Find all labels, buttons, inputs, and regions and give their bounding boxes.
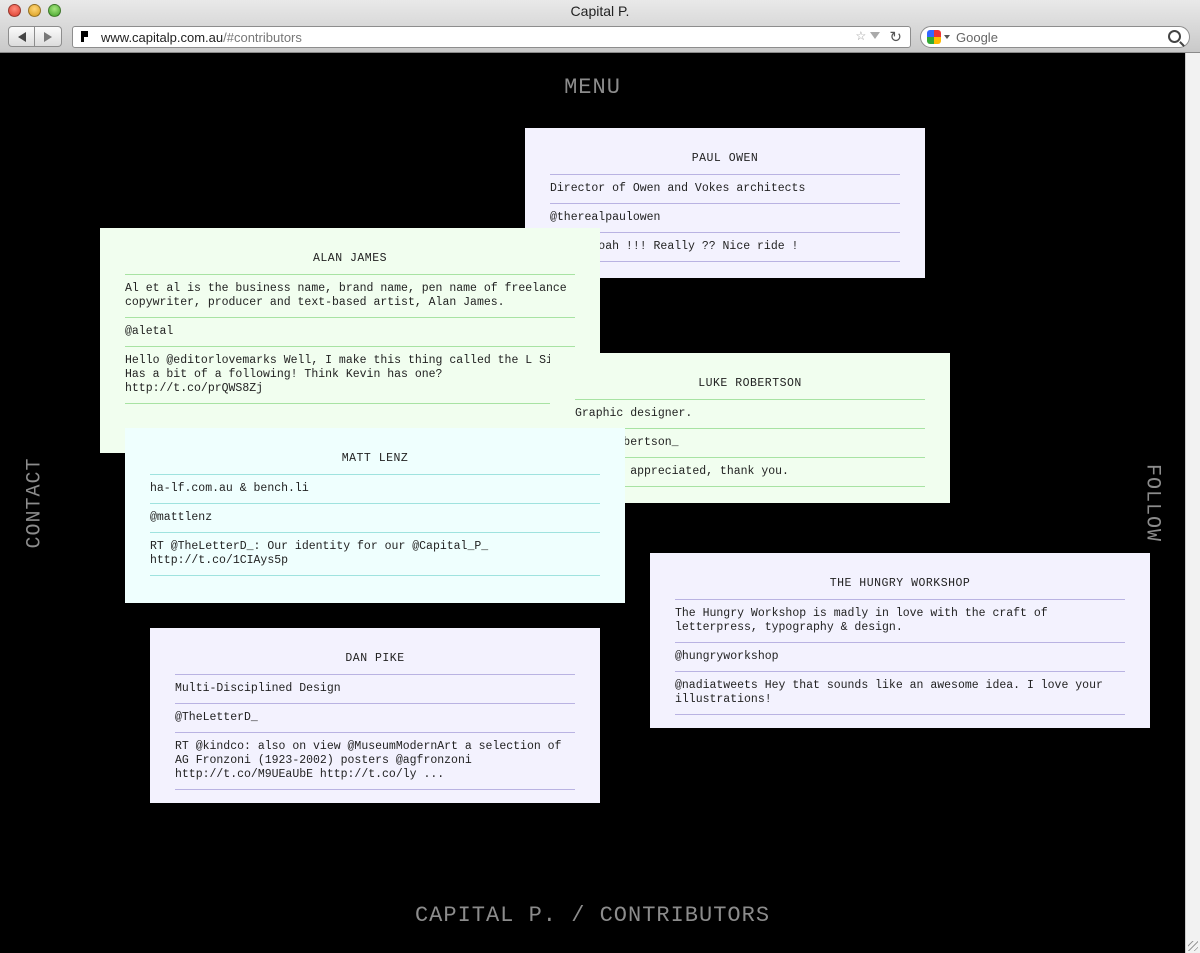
contributor-handle[interactable]: @aletal bbox=[125, 318, 575, 347]
forward-button[interactable] bbox=[35, 26, 62, 47]
contributor-card[interactable]: DAN PIKE Multi-Disciplined Design @TheLe… bbox=[150, 628, 600, 803]
contributor-tweet: @hans woah !!! Really ?? Nice ride ! bbox=[550, 233, 900, 262]
search-input[interactable]: Google bbox=[956, 30, 998, 45]
contributor-name: PAUL OWEN bbox=[550, 148, 900, 175]
browser-chrome: Capital P. www.capitalp.com.au/#contribu… bbox=[0, 0, 1200, 53]
url-host: www.capitalp.com.au bbox=[101, 30, 224, 45]
site-favicon-icon bbox=[79, 30, 91, 44]
contributor-tweet: RT @TheLetterD_: Our identity for our @C… bbox=[150, 533, 600, 576]
contributor-handle[interactable]: @lukerobertson_ bbox=[575, 429, 925, 458]
follow-link[interactable]: FOLLOW bbox=[1141, 464, 1164, 542]
contributor-bio: Multi-Disciplined Design bbox=[175, 675, 575, 704]
search-icon[interactable] bbox=[1168, 30, 1181, 43]
resize-grip-icon[interactable] bbox=[1188, 941, 1198, 951]
reload-icon[interactable]: ↻ bbox=[889, 27, 902, 47]
contributor-name: DAN PIKE bbox=[175, 648, 575, 675]
vertical-scrollbar[interactable] bbox=[1185, 53, 1200, 953]
navigation-buttons bbox=[8, 26, 62, 47]
contributor-handle[interactable]: @mattlenz bbox=[150, 504, 600, 533]
forward-arrow-icon bbox=[44, 31, 52, 42]
contributor-tweet: @nadiatweets Hey that sounds like an awe… bbox=[675, 672, 1125, 715]
contributor-handle[interactable]: @TheLetterD_ bbox=[175, 704, 575, 733]
history-dropdown-icon[interactable] bbox=[870, 32, 880, 39]
search-engine-dropdown-icon[interactable] bbox=[944, 35, 950, 39]
contributor-bio: Director of Owen and Vokes architects bbox=[550, 175, 900, 204]
contributor-tweet: RT @kindco: also on view @MuseumModernAr… bbox=[175, 733, 575, 790]
contributor-handle[interactable]: @therealpaulowen bbox=[550, 204, 900, 233]
contributor-handle[interactable]: @hungryworkshop bbox=[675, 643, 1125, 672]
contributor-card[interactable]: MATT LENZ ha-lf.com.au & bench.li @mattl… bbox=[125, 428, 625, 603]
contributor-name: THE HUNGRY WORKSHOP bbox=[675, 573, 1125, 600]
back-arrow-icon bbox=[17, 31, 26, 42]
back-button[interactable] bbox=[8, 26, 35, 47]
bookmark-star-icon[interactable]: ☆ bbox=[856, 27, 866, 47]
url-text[interactable]: www.capitalp.com.au/#contributors bbox=[101, 30, 302, 45]
search-bar[interactable]: Google bbox=[920, 26, 1190, 48]
contributor-name: MATT LENZ bbox=[150, 448, 600, 475]
google-logo-icon[interactable] bbox=[927, 30, 941, 44]
window-title: Capital P. bbox=[570, 3, 630, 19]
contributor-bio: The Hungry Workshop is madly in love wit… bbox=[675, 600, 1125, 643]
contributor-card[interactable]: THE HUNGRY WORKSHOP The Hungry Workshop … bbox=[650, 553, 1150, 728]
contributor-bio: Graphic designer. bbox=[575, 400, 925, 429]
contributor-name: LUKE ROBERTSON bbox=[575, 373, 925, 400]
url-path: /#contributors bbox=[223, 30, 302, 45]
contact-link[interactable]: CONTACT bbox=[24, 457, 47, 548]
contributor-bio: ha-lf.com.au & bench.li bbox=[150, 475, 600, 504]
contributor-name: ALAN JAMES bbox=[125, 248, 575, 275]
page-footer-title: CAPITAL P. / CONTRIBUTORS bbox=[414, 903, 771, 928]
contributor-tweet: Hello @editorlovemarks Well, I make this… bbox=[125, 347, 575, 404]
contributor-card[interactable]: ALAN JAMES Al et al is the business name… bbox=[100, 228, 600, 453]
page-viewport: MENU CONTACT FOLLOW PAUL OWEN Director o… bbox=[0, 53, 1185, 953]
menu-link[interactable]: MENU bbox=[0, 75, 1185, 100]
contributor-tweet: @L Much appreciated, thank you. bbox=[575, 458, 925, 487]
contributor-bio: Al et al is the business name, brand nam… bbox=[125, 275, 575, 318]
address-bar[interactable]: www.capitalp.com.au/#contributors ☆ ↻ bbox=[72, 26, 911, 48]
